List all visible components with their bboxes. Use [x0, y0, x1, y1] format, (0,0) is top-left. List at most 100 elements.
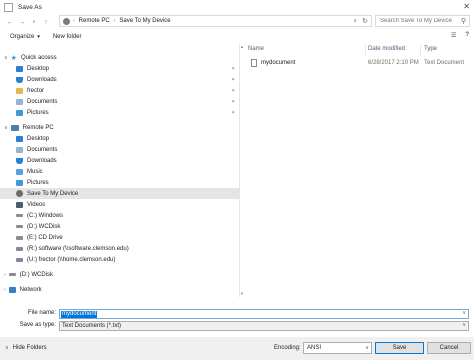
network-icon — [8, 286, 16, 293]
chevron-down-icon[interactable]: ∨ — [462, 310, 466, 316]
nav-item-wcdisk[interactable]: › (D:) WCDisk — [4, 269, 53, 280]
expand-chevron-icon[interactable]: › — [4, 272, 6, 278]
nav-item-drive-d[interactable]: (D:) WCDisk — [16, 221, 60, 232]
expand-chevron-icon[interactable]: › — [4, 287, 6, 293]
nav-item-label: Desktop — [27, 135, 50, 142]
nav-item-remote-documents[interactable]: Documents — [16, 144, 57, 155]
close-icon[interactable]: ✕ — [463, 2, 470, 11]
column-header-date-modified[interactable]: Date modified — [368, 46, 405, 52]
downloads-icon — [16, 76, 23, 83]
nav-item-label: Videos — [27, 201, 46, 208]
nav-item-network[interactable]: › Network — [4, 284, 42, 295]
chevron-down-icon[interactable]: ∨ — [462, 322, 466, 328]
nav-item-remote-desktop[interactable]: Desktop — [16, 133, 49, 144]
nav-item-label: Pictures — [27, 109, 49, 116]
file-type-cell: Text Document — [424, 60, 465, 66]
nav-item-label: Network — [19, 286, 42, 293]
network-drive-icon — [16, 257, 23, 262]
save-button[interactable]: Save — [375, 342, 424, 354]
recent-locations-chevron-icon[interactable]: ∨ — [28, 16, 40, 28]
hide-folders-toggle[interactable]: ∧ Hide Folders — [5, 345, 47, 351]
nav-remote-pc[interactable]: ∨ Remote PC — [4, 122, 54, 133]
drive-icon — [8, 273, 16, 276]
chevron-down-icon: ∨ — [365, 345, 369, 351]
nav-item-documents[interactable]: Documents — [16, 96, 57, 107]
nav-item-label: (D:) WCDisk — [27, 223, 61, 230]
breadcrumb-remote-pc[interactable]: Remote PC — [79, 18, 110, 24]
collapse-chevron-icon[interactable]: ∨ — [4, 125, 8, 131]
pictures-icon — [16, 109, 23, 116]
breadcrumb-separator-icon[interactable]: › — [73, 18, 75, 24]
encoding-value: ANSI — [307, 345, 322, 351]
breadcrumb-separator-icon[interactable]: › — [114, 18, 116, 24]
search-box[interactable]: ⚲ — [375, 15, 470, 27]
address-bar[interactable]: › Remote PC › Save To My Device ∨ ↻ — [59, 15, 372, 27]
nav-item-drive-e[interactable]: (E:) CD Drive — [16, 232, 63, 243]
nav-item-downloads[interactable]: Downloads — [16, 74, 57, 85]
nav-item-desktop[interactable]: Desktop — [16, 63, 49, 74]
help-icon[interactable]: ? — [465, 32, 469, 39]
nav-item-pictures[interactable]: Pictures — [16, 107, 49, 118]
pin-icon[interactable]: ✶ — [231, 74, 235, 85]
breadcrumb-save-to-my-device[interactable]: Save To My Device — [119, 18, 170, 24]
column-header-name[interactable]: Name — [248, 46, 264, 52]
save-as-type-select[interactable]: Text Documents (*.txt) ∨ — [59, 321, 469, 331]
dialog-footer: ∧ Hide Folders Encoding: ANSI ∨ Save Can… — [0, 337, 474, 360]
column-header-type[interactable]: Type — [424, 46, 437, 52]
network-drive-icon — [16, 246, 23, 251]
column-divider[interactable] — [365, 45, 366, 55]
nav-item-drive-r[interactable]: (R:) software (\\software.clemson.edu) — [16, 243, 129, 254]
pin-icon[interactable]: ✶ — [231, 107, 235, 118]
back-arrow-icon[interactable]: ← — [4, 16, 16, 28]
encoding-label: Encoding: — [274, 345, 301, 351]
pictures-icon — [16, 179, 23, 186]
nav-quick-access[interactable]: ∨ ★ Quick access — [4, 52, 57, 63]
up-arrow-icon[interactable]: ↑ — [40, 16, 52, 28]
nav-item-label: Downloads — [27, 157, 57, 164]
nav-item-label: Documents — [27, 146, 58, 153]
file-name-value: mydocument — [61, 311, 98, 318]
nav-item-remote-downloads[interactable]: Downloads — [16, 155, 57, 166]
nav-item-drive-u[interactable]: (U:) frector (\\home.clemson.edu) — [16, 254, 115, 265]
device-icon — [16, 190, 23, 197]
nav-item-label: Documents — [27, 98, 58, 105]
organize-button[interactable]: Organize ▼ — [6, 34, 45, 40]
cancel-button[interactable]: Cancel — [427, 342, 471, 354]
nav-item-remote-pictures[interactable]: Pictures — [16, 177, 49, 188]
refresh-icon[interactable]: ↻ — [362, 17, 368, 25]
nav-item-remote-music[interactable]: Music — [16, 166, 43, 177]
computer-icon — [10, 124, 19, 131]
nav-item-label: Music — [27, 168, 43, 175]
music-icon — [16, 168, 23, 175]
search-input[interactable] — [380, 18, 458, 24]
nav-item-drive-c[interactable]: (C:) Windows — [16, 210, 63, 221]
videos-icon — [16, 201, 23, 208]
pin-icon[interactable]: ✶ — [231, 63, 235, 74]
nav-item-label: (E:) CD Drive — [27, 234, 63, 241]
nav-item-label: frector — [27, 87, 45, 94]
encoding-select[interactable]: ANSI ∨ — [303, 342, 372, 354]
address-row: ← → ∨ ↑ › Remote PC › Save To My Device … — [0, 14, 474, 30]
nav-item-save-to-my-device[interactable]: Save To My Device — [0, 188, 239, 199]
nav-remote-pc-label: Remote PC — [22, 124, 54, 131]
documents-icon — [16, 146, 23, 153]
save-fields: File name: mydocument ∨ Save as type: Te… — [0, 306, 474, 332]
nav-item-label: (D:) WCDisk — [19, 271, 53, 278]
table-row[interactable]: mydocument 6/28/2017 2:10 PM Text Docume… — [251, 58, 473, 68]
cd-drive-icon — [16, 235, 23, 240]
view-options-icon[interactable]: ☰ — [451, 32, 456, 39]
forward-arrow-icon[interactable]: → — [16, 16, 28, 28]
nav-item-frector[interactable]: frector — [16, 85, 44, 96]
nav-item-remote-videos[interactable]: Videos — [16, 199, 45, 210]
desktop-icon — [16, 135, 23, 142]
file-name-cell: mydocument — [261, 60, 296, 66]
new-folder-button[interactable]: New folder — [49, 34, 86, 40]
file-name-field[interactable]: mydocument ∨ — [59, 309, 469, 319]
downloads-icon — [16, 157, 23, 164]
column-divider[interactable] — [420, 45, 421, 55]
address-dropdown-icon[interactable]: ∨ — [353, 18, 357, 24]
pin-icon[interactable]: ✶ — [231, 85, 235, 96]
pin-icon[interactable]: ✶ — [231, 96, 235, 107]
nav-item-label: Pictures — [27, 179, 49, 186]
collapse-chevron-icon[interactable]: ∨ — [4, 55, 8, 61]
